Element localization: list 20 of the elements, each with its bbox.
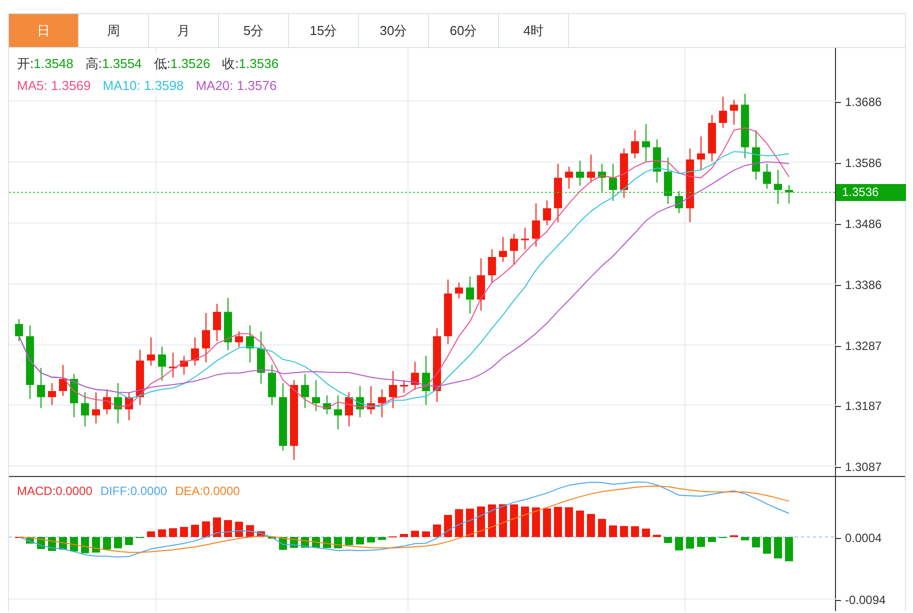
- moving-average-value: MA10: 1.3598: [102, 76, 184, 94]
- price-axis-label: 1.3486: [845, 216, 882, 233]
- quote-value: 收:1.3536: [222, 55, 279, 73]
- price-axis-label: 1.3287: [845, 338, 882, 355]
- current-price-label: 1.3536: [836, 184, 906, 202]
- moving-average-value: MA20: 1.3576: [196, 76, 277, 94]
- quote-value: 高:1.3554: [85, 55, 142, 73]
- macd-legend-value: DEA:0.0000: [175, 483, 240, 500]
- macd-legend-value: MACD:0.0000: [17, 483, 92, 500]
- price-axis-label: 1.3386: [845, 277, 882, 294]
- macd-axis-label: 0.0004: [845, 530, 882, 547]
- macd-axis-label: -0.0094: [845, 592, 886, 609]
- macd-legend-value: DIFF:0.0000: [100, 483, 168, 500]
- moving-average-value: MA5: 1.3569: [17, 76, 91, 94]
- price-axis-label: 1.3087: [845, 459, 882, 476]
- quote-value: 开:1.3548: [17, 55, 74, 73]
- price-axis-label: 1.3686: [845, 94, 882, 111]
- quote-value: 低:1.3526: [154, 55, 210, 73]
- price-axis-label: 1.3187: [845, 398, 882, 415]
- price-axis-label: 1.3586: [845, 155, 882, 172]
